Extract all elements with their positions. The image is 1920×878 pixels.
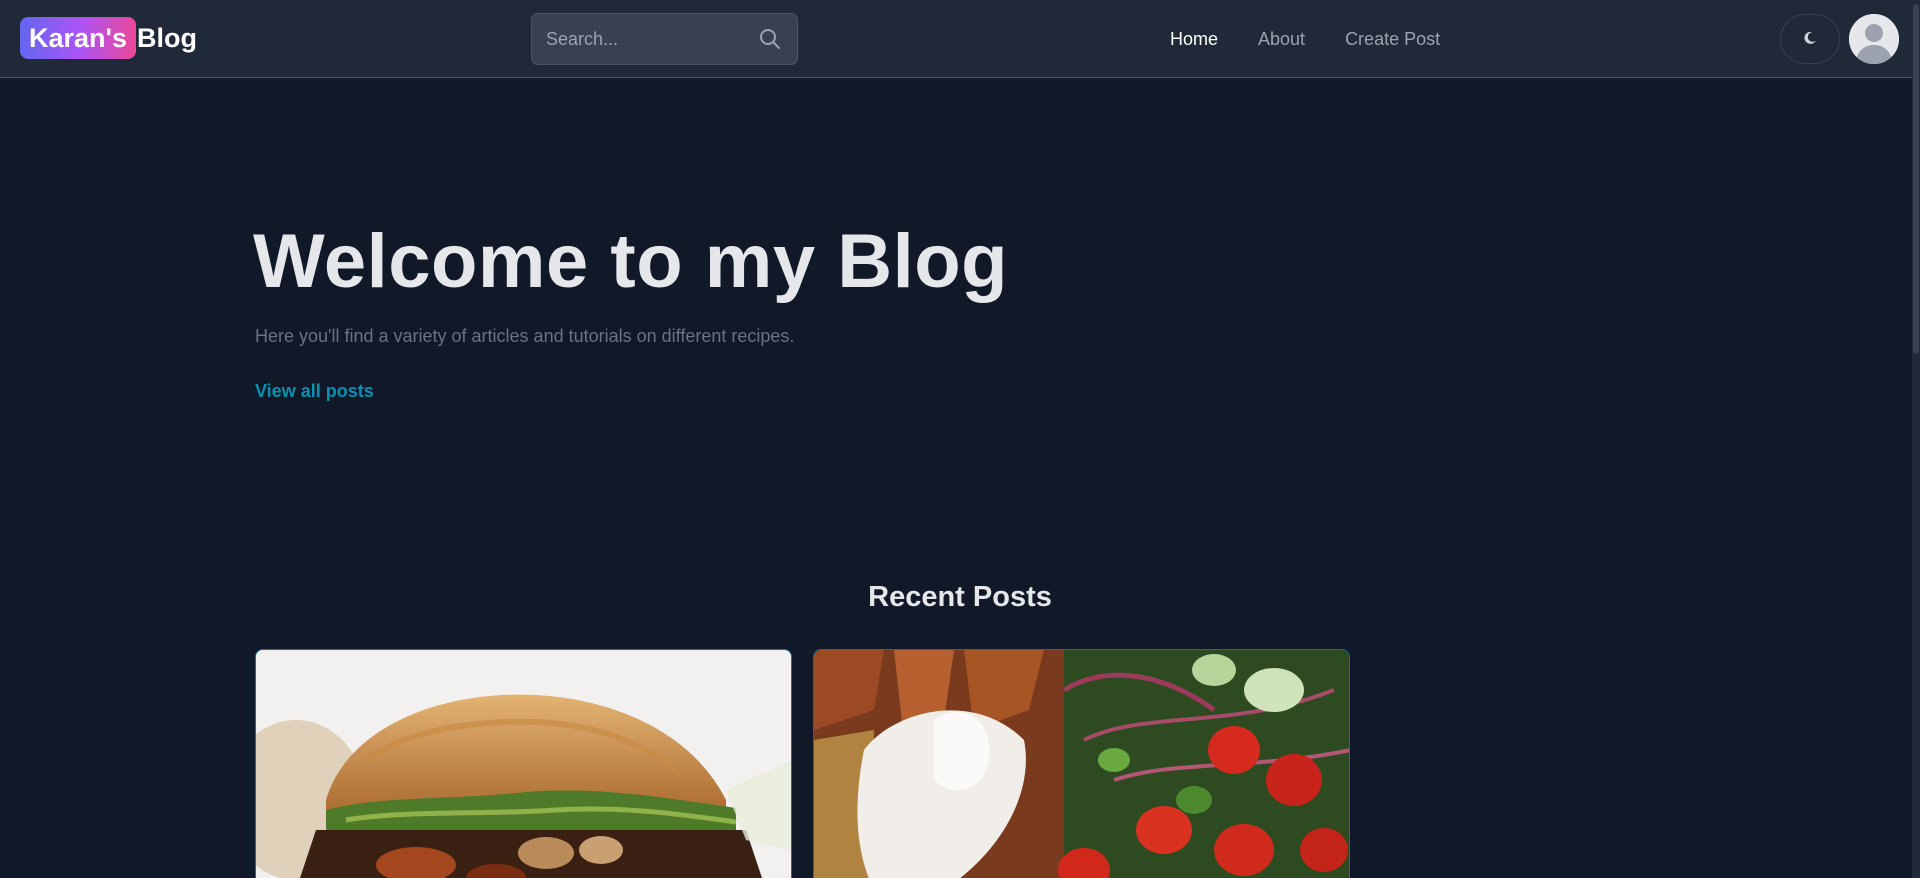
user-avatar-icon[interactable] <box>1849 14 1899 64</box>
hero-subtitle: Here you'll find a variety of articles a… <box>255 326 795 346</box>
nav-link-create-post[interactable]: Create Post <box>1325 29 1460 50</box>
search-icon[interactable] <box>759 28 781 50</box>
theme-toggle-button[interactable] <box>1780 14 1840 64</box>
search-box <box>531 13 798 65</box>
post-card-1[interactable] <box>255 649 792 878</box>
post-card-2[interactable] <box>813 649 1350 878</box>
brand-badge: Karan's <box>20 17 136 59</box>
page-scrollbar[interactable] <box>1912 0 1920 878</box>
nav-link-home[interactable]: Home <box>1150 29 1238 50</box>
chicken-salad-photo <box>814 650 1349 878</box>
brand-logo-link[interactable]: Karan's Blog <box>20 17 197 59</box>
view-all-posts-link[interactable]: View all posts <box>255 381 374 402</box>
top-navbar: Karan's Blog Home About Create Post <box>0 0 1912 78</box>
hero-title: Welcome to my Blog <box>253 219 1009 304</box>
scrollbar-thumb[interactable] <box>1913 4 1919 354</box>
recent-posts-heading: Recent Posts <box>868 581 1052 613</box>
nav-link-about[interactable]: About <box>1238 29 1325 50</box>
brand-name: Blog <box>136 22 197 53</box>
sandwich-photo <box>256 650 791 878</box>
nav-links: Home About Create Post <box>1150 0 1460 78</box>
moon-icon <box>1803 31 1817 48</box>
search-input[interactable] <box>532 14 752 64</box>
